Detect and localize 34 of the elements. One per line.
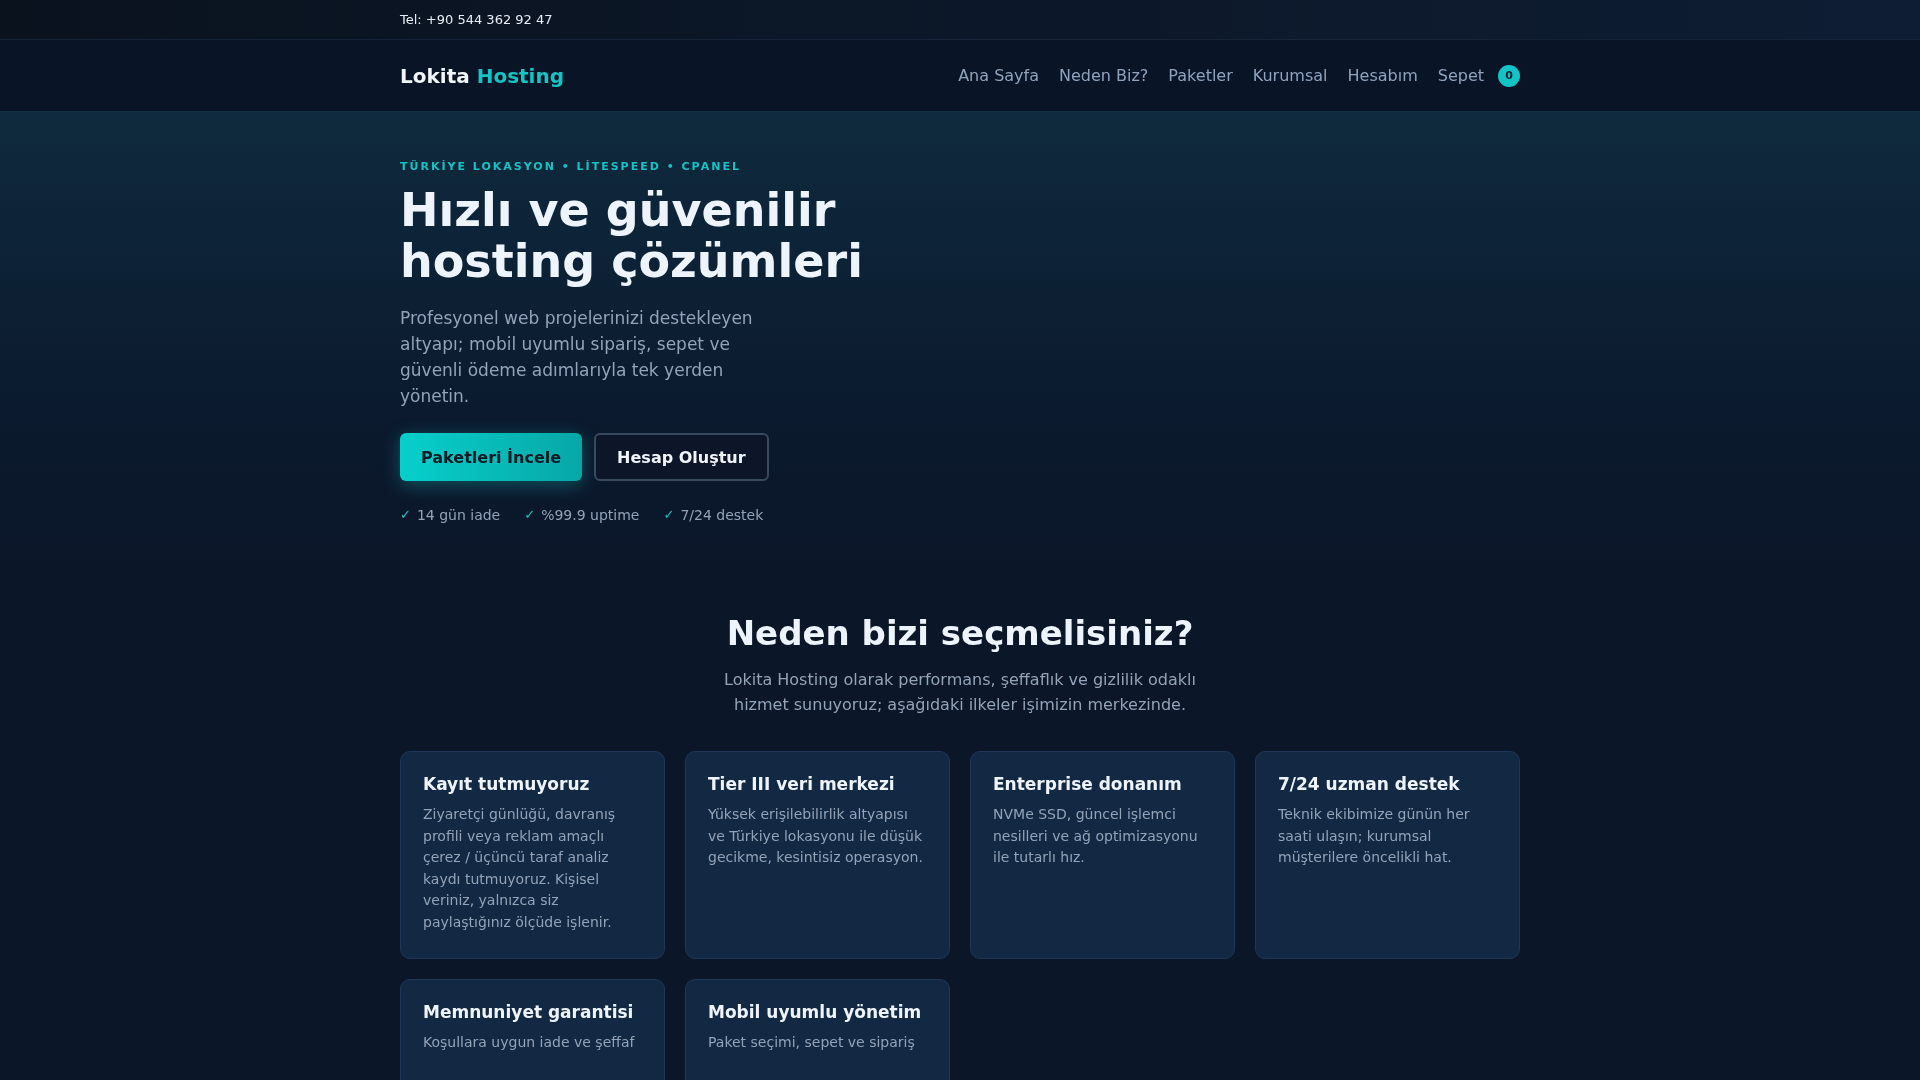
nav-link[interactable]: Ana Sayfa — [958, 66, 1039, 85]
check-icon: ✓ — [663, 507, 675, 523]
check-icon: ✓ — [524, 507, 536, 523]
phone-number: Tel: +90 544 362 92 47 — [400, 12, 553, 27]
hero-eyebrow: TÜRKİYE LOKASYON • LİTESPEED • CPANEL — [400, 160, 742, 173]
section-title: Neden bizi seçmelisiniz? — [725, 613, 1195, 653]
nav-link[interactable]: Kurumsal — [1252, 66, 1328, 85]
card-title: Mobil uyumlu yönetim — [708, 1002, 923, 1022]
card-title: Memnuniyet garantisi — [423, 1002, 635, 1022]
card-text: Yüksek erişilebilirlik altyapısı ve Türkiye lokasyonu ile düşük gecikme, kesintisiz operasyon. — [708, 805, 924, 867]
card-text: Teknik ekibimize günün her saati ulaşın; kurumsal müşterilere öncelikli hat. — [1278, 805, 1471, 867]
card-text: NVMe SSD, güncel işlemci nesilleri ve ağ optimizasyonu ile tutarlı hız. — [993, 805, 1199, 867]
card-text: Ziyaretçi günlüğü, davranış profili veya reklam amaçlı çerez / üçüncü taraf analiz kaydı tutmuyoruz. Kişisel veriniz, yalnızca siz paylaştığınız ölçüde işlenir. — [423, 805, 617, 932]
card-title: Tier III veri merkezi — [708, 774, 896, 794]
check-icon: ✓ — [400, 507, 411, 523]
card-title: Enterprise donanım — [993, 774, 1183, 794]
nav-link[interactable]: Neden Biz? — [1059, 66, 1149, 85]
cart-link[interactable]: Sepet 0 — [1437, 64, 1520, 87]
packages-button[interactable]: Paketleri İncele — [400, 433, 583, 481]
cart-count-badge: 0 — [1498, 64, 1520, 87]
nav-link[interactable]: Paketler — [1168, 66, 1233, 85]
feature-point: 14 gün iade — [416, 507, 501, 523]
section-subtitle: Lokita Hosting olarak performans, şeffaflık ve gizlilik odaklı hizmet sunuyoruz; aşağıdaki ilkeler işimizin merkezinde. — [723, 669, 1197, 716]
card-title: Kayıt tutmuyoruz — [423, 774, 591, 794]
site-logo[interactable]: Lokita Hosting — [400, 63, 565, 88]
feature-point: 7/24 destek — [680, 507, 764, 523]
card-title: 7/24 uzman destek — [1278, 774, 1461, 794]
card-text: Koşullara uygun iade ve şeffaf — [423, 1033, 636, 1052]
feature-point: %99.9 uptime — [541, 507, 640, 523]
hero-text: Profesyonel web projelerinizi destekleyen altyapı; mobil uyumlu sipariş, sepet ve güvenli ödeme adımlarıyla tek yerden yönetin. — [400, 307, 754, 408]
card-text: Paket seçimi, sepet ve sipariş — [708, 1033, 916, 1052]
hero-title: Hızlı ve güvenilir hosting çözümleri — [400, 185, 864, 287]
signup-button[interactable]: Hesap Oluştur — [594, 433, 769, 481]
nav-link[interactable]: Hesabım — [1347, 66, 1418, 85]
